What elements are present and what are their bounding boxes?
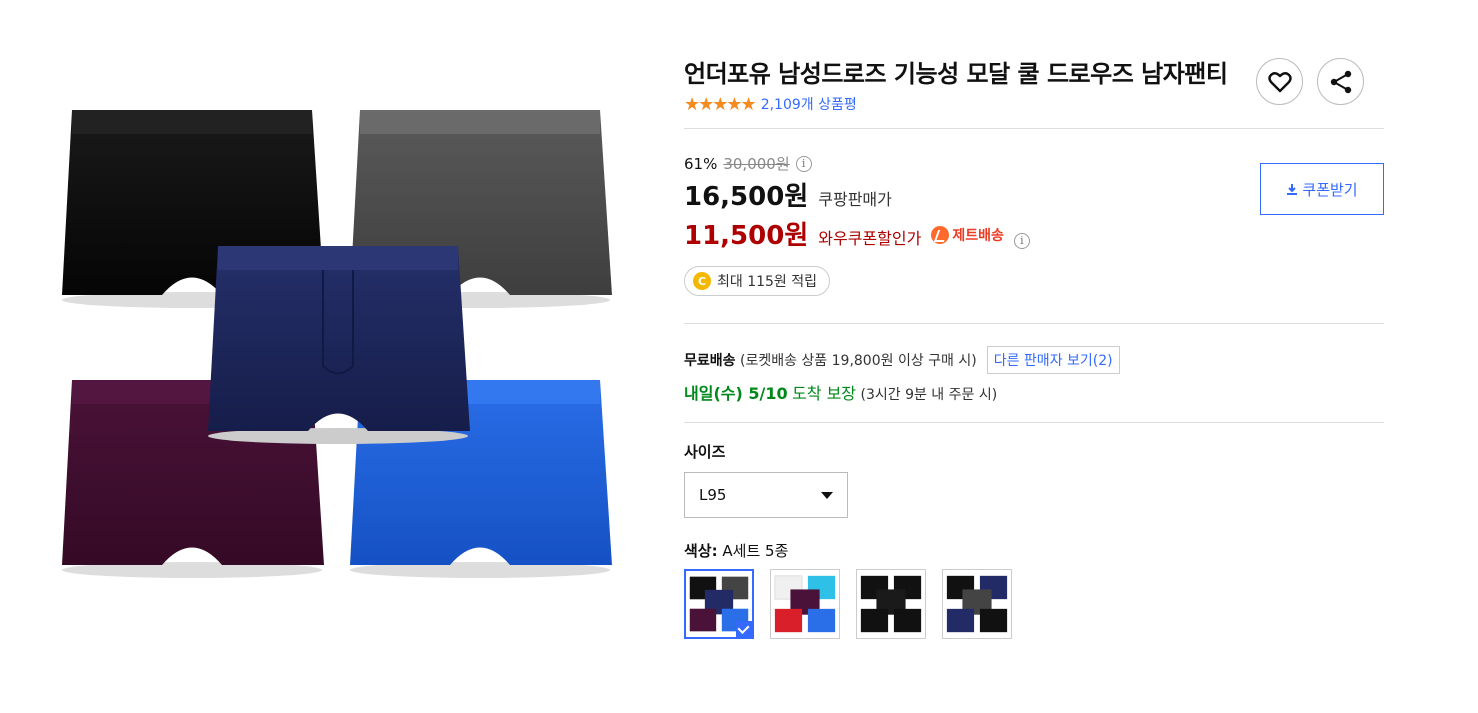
price-block: 61% 30,000원 i 16,500원 쿠팡판매가 11,500원 와우쿠폰… (684, 153, 1384, 323)
info-icon[interactable]: i (795, 155, 812, 172)
title-actions (1256, 58, 1364, 105)
other-sellers-button[interactable]: 다른 판매자 보기(2) (986, 346, 1120, 374)
color-swatch-b-set[interactable] (770, 569, 840, 639)
share-button[interactable] (1317, 58, 1364, 105)
shipping-block: 무료배송 (로켓배송 상품 19,800원 이상 구매 시) 다른 판매자 보기… (684, 324, 1384, 422)
product-page: 언더포유 남성드로즈 기능성 모달 쿨 드로우즈 남자팬티 ★★★★★ 2,10… (0, 0, 1478, 713)
color-option: 색상: A세트 5종 (684, 540, 1384, 639)
review-count-link[interactable]: 2,109개 상품평 (761, 94, 857, 114)
free-shipping-condition: (로켓배송 상품 19,800원 이상 구매 시) (739, 353, 977, 369)
color-selected-value: A세트 5종 (722, 542, 789, 560)
size-option: 사이즈 L95 (684, 423, 1384, 518)
product-info: 언더포유 남성드로즈 기능성 모달 쿨 드로우즈 남자팬티 ★★★★★ 2,10… (684, 58, 1384, 639)
wow-price: 11,500원 (684, 221, 809, 251)
size-select[interactable]: L95 (684, 472, 848, 518)
arrival-row: 내일(수) 5/10 도착 보장 (3시간 9분 내 주문 시) (684, 380, 1384, 404)
download-icon (1287, 184, 1298, 195)
arrival-guarantee: 도착 보장 (792, 384, 857, 403)
coupon-button[interactable]: 쿠폰받기 (1260, 163, 1384, 215)
jet-delivery-label: 제트배송 (952, 228, 1004, 244)
size-title: 사이즈 (684, 443, 726, 461)
share-icon (1330, 70, 1351, 93)
star-rating: ★★★★★ (684, 93, 757, 115)
original-price: 30,000원 (723, 155, 790, 173)
discount-rate: 61% (684, 154, 718, 173)
color-swatch-black-set[interactable] (856, 569, 926, 639)
arrival-note: (3시간 9분 내 주문 시) (860, 387, 998, 403)
swatch-thumbnail (946, 575, 1008, 633)
coin-icon: C (693, 272, 711, 290)
wow-price-row: 11,500원 와우쿠폰할인가 제트배송 i (684, 215, 1384, 252)
product-title: 언더포유 남성드로즈 기능성 모달 쿨 드로우즈 남자팬티 (684, 60, 1228, 88)
sale-price-label: 쿠팡판매가 (818, 190, 892, 209)
coupon-button-label: 쿠폰받기 (1302, 180, 1358, 199)
jet-delivery-icon (931, 226, 950, 244)
product-image[interactable] (40, 80, 640, 600)
wishlist-button[interactable] (1256, 58, 1303, 105)
color-title: 색상: (684, 542, 718, 560)
wow-price-label: 와우쿠폰할인가 (818, 229, 922, 248)
size-selected-value: L95 (699, 486, 727, 504)
jet-delivery-badge: 제트배송 (931, 225, 1004, 245)
color-swatches (684, 569, 1384, 639)
points-text: 최대 115원 적립 (717, 274, 818, 290)
divider (684, 128, 1384, 129)
points-badge: C 최대 115원 적립 (684, 266, 831, 296)
heart-icon (1267, 71, 1292, 92)
color-swatch-a-set[interactable] (684, 569, 754, 639)
arrival-date: 내일(수) 5/10 (684, 384, 788, 403)
swatch-thumbnail (774, 575, 836, 633)
free-shipping-label: 무료배송 (684, 353, 736, 369)
check-icon (736, 621, 752, 637)
color-swatch-dark-set[interactable] (942, 569, 1012, 639)
swatch-thumbnail (860, 575, 922, 633)
caret-down-icon (821, 491, 833, 499)
color-title-row: 색상: A세트 5종 (684, 540, 1384, 561)
sale-price: 16,500원 (684, 182, 809, 212)
shipping-row: 무료배송 (로켓배송 상품 19,800원 이상 구매 시) 다른 판매자 보기… (684, 346, 1384, 374)
info-icon[interactable]: i (1013, 232, 1030, 249)
product-image-graphic (62, 110, 612, 578)
